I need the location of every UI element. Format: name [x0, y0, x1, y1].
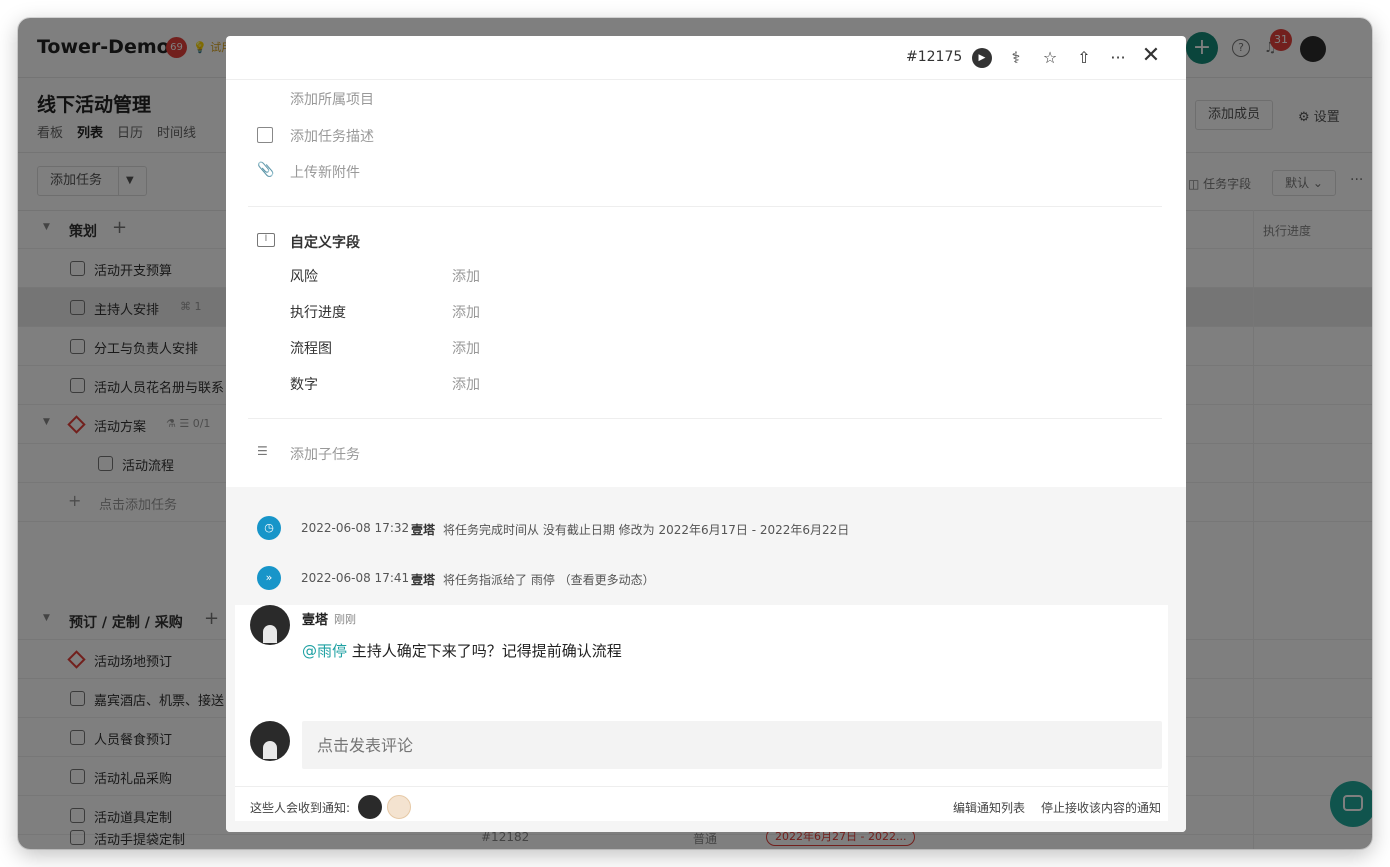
- field-add-link[interactable]: 添加: [452, 338, 480, 358]
- task-number: #12175: [906, 49, 963, 65]
- notify-bar: 这些人会收到通知: 编辑通知列表 停止接收该内容的通知: [235, 786, 1168, 821]
- field-add-link[interactable]: 添加: [452, 302, 480, 322]
- avatar[interactable]: [250, 605, 290, 645]
- comment-body: 主持人确定下来了吗？记得提前确认流程: [347, 642, 622, 660]
- comment-panel: 壹塔 刚刚 @雨停 主持人确定下来了吗？记得提前确认流程 这些人会收到通知: 编…: [235, 605, 1168, 821]
- custom-field-row: 数字 添加: [290, 374, 690, 394]
- custom-field-row: 风险 添加: [290, 266, 690, 286]
- modal-header: #12175 ▶ ⚕ ☆ ⇧ ··· ✕: [226, 36, 1186, 80]
- add-subtask-link[interactable]: 添加子任务: [290, 444, 360, 464]
- comment-text: @雨停 主持人确定下来了吗？记得提前确认流程: [302, 640, 622, 661]
- star-icon[interactable]: ☆: [1040, 48, 1060, 68]
- close-icon[interactable]: ✕: [1141, 45, 1161, 67]
- activity-user[interactable]: 壹塔: [411, 521, 435, 538]
- flow-icon[interactable]: ⚕: [1006, 48, 1026, 68]
- avatar[interactable]: [387, 795, 411, 819]
- avatar[interactable]: [358, 795, 382, 819]
- clock-icon: ◷: [257, 516, 281, 540]
- share-icon[interactable]: ⇧: [1074, 48, 1094, 68]
- field-name: 数字: [290, 377, 318, 393]
- assign-icon: »: [257, 566, 281, 590]
- custom-field-row: 执行进度 添加: [290, 302, 690, 322]
- upload-attachment-link[interactable]: 上传新附件: [290, 162, 360, 182]
- app-window: Tower-Demo 69 💡 试用 + ? ♫ 31 线下活动管理 看板 列表…: [18, 18, 1372, 849]
- add-description-link[interactable]: 添加任务描述: [290, 126, 374, 146]
- comment-author[interactable]: 壹塔: [302, 609, 328, 628]
- custom-fields-title: 自定义字段: [290, 235, 360, 251]
- field-name: 风险: [290, 269, 318, 285]
- edit-notify-list-link[interactable]: 编辑通知列表: [953, 799, 1025, 816]
- comment-input[interactable]: [302, 721, 1162, 769]
- add-project-link[interactable]: 添加所属项目: [290, 89, 374, 109]
- comment-time: 刚刚: [334, 613, 356, 626]
- activity-time: 2022-06-08 17:32: [301, 521, 410, 535]
- field-add-link[interactable]: 添加: [452, 266, 480, 286]
- field-name: 流程图: [290, 341, 332, 357]
- mention-link[interactable]: @雨停: [302, 642, 347, 660]
- text-field-icon: I: [257, 233, 275, 247]
- custom-field-row: 流程图 添加: [290, 338, 690, 358]
- avatar: [250, 721, 290, 761]
- activity-text[interactable]: 将任务指派给了 雨停 （查看更多动态）: [443, 571, 655, 588]
- activity-user[interactable]: 壹塔: [411, 571, 435, 588]
- more-icon[interactable]: ···: [1108, 48, 1128, 68]
- divider: [248, 418, 1162, 419]
- field-add-link[interactable]: 添加: [452, 374, 480, 394]
- notify-label: 这些人会收到通知:: [250, 801, 351, 815]
- divider: [248, 206, 1162, 207]
- field-name: 执行进度: [290, 305, 346, 321]
- document-icon: [257, 127, 273, 143]
- activity-time: 2022-06-08 17:41: [301, 571, 410, 585]
- stop-notify-link[interactable]: 停止接收该内容的通知: [1041, 799, 1161, 816]
- paperclip-icon: 📎: [257, 162, 275, 178]
- checklist-icon: ☰: [257, 444, 268, 458]
- activity-text: 将任务完成时间从 没有截止日期 修改为 2022年6月17日 - 2022年6月…: [443, 523, 850, 537]
- play-icon[interactable]: ▶: [972, 48, 992, 68]
